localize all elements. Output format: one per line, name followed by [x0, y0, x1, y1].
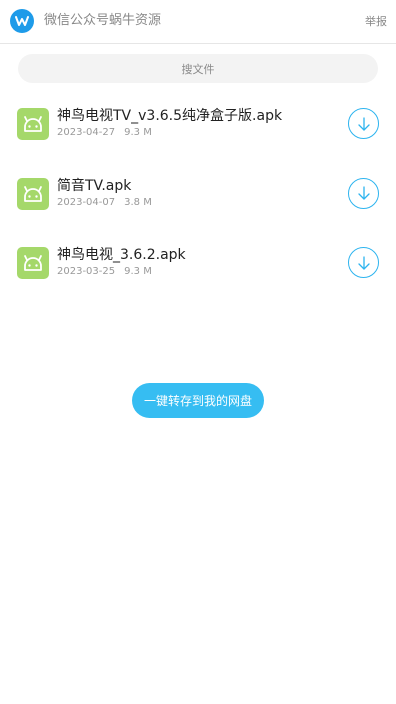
file-size: 9.3 M — [124, 127, 152, 138]
file-item[interactable]: 神鸟电视_3.6.2.apk 2023-03-25 9.3 M — [0, 231, 396, 301]
download-arrow-icon — [357, 186, 370, 200]
file-meta: 2023-04-07 3.8 M — [57, 196, 152, 210]
header-title: 微信公众号蜗牛资源 — [44, 13, 162, 28]
android-icon — [17, 177, 49, 210]
file-date: 2023-04-07 — [57, 196, 116, 208]
file-item[interactable]: 神鸟电视TV_v3.6.5纯净盒子版.apk 2023-04-27 9.3 M — [0, 92, 396, 162]
file-size: 3.8 M — [124, 196, 152, 208]
search-placeholder: 搜文件 — [181, 62, 215, 76]
search-input[interactable]: 搜文件 — [18, 54, 378, 83]
file-name: 简音TV.apk — [57, 177, 132, 194]
file-meta: 2023-04-27 9.3 M — [57, 126, 152, 140]
download-arrow-icon — [357, 116, 370, 131]
file-date: 2023-03-25 — [57, 266, 116, 277]
file-size: 9.3 M — [124, 266, 152, 277]
file-name: 神鸟电视_3.6.2.apk — [57, 247, 186, 263]
save-to-netdisk-button[interactable]: 一键转存到我的网盘 — [132, 383, 264, 418]
top-header: 微信公众号蜗牛资源 举报 — [0, 0, 396, 44]
file-meta: 2023-03-25 9.3 M — [57, 265, 152, 279]
w-logo-icon — [10, 9, 34, 33]
file-date: 2023-04-27 — [57, 127, 116, 138]
download-button[interactable] — [348, 247, 379, 278]
download-button[interactable] — [348, 108, 379, 139]
report-link[interactable]: 举报 — [365, 14, 387, 30]
android-icon — [17, 247, 49, 279]
file-item[interactable]: 简音TV.apk 2023-04-07 3.8 M — [0, 162, 396, 232]
android-icon — [17, 108, 49, 140]
file-list: 神鸟电视TV_v3.6.5纯净盒子版.apk 2023-04-27 9.3 M 简… — [0, 92, 396, 301]
download-arrow-icon — [357, 255, 370, 270]
file-name: 神鸟电视TV_v3.6.5纯净盒子版.apk — [57, 108, 283, 124]
download-button[interactable] — [348, 177, 379, 209]
